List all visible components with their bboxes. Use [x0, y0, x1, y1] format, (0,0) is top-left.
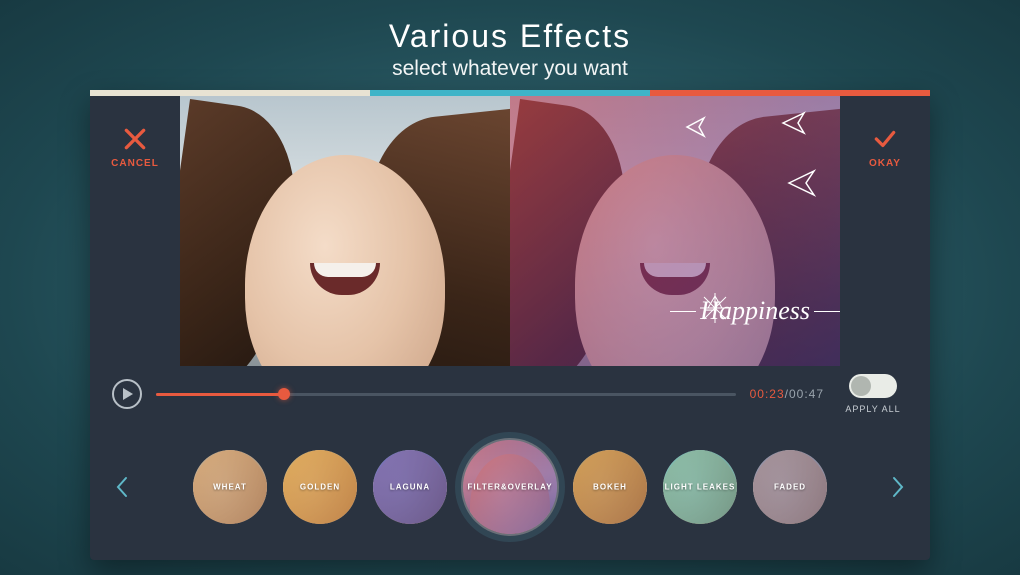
time-current: 00:23: [750, 387, 785, 401]
filter-label: LIGHT LEAKES: [663, 483, 737, 492]
editor-panel: CANCEL Happiness OKAY: [90, 90, 930, 560]
filter-label: FADED: [753, 483, 827, 492]
page-subtitle: select whatever you want: [0, 57, 1020, 81]
cancel-button[interactable]: CANCEL: [90, 96, 180, 366]
time-total: /00:47: [785, 387, 824, 401]
filters-next-button[interactable]: [884, 473, 912, 501]
filter-list: WHEAT GOLDEN LAGUNA FILTER&OVERLAY BOKEH LIGH…: [148, 438, 872, 536]
filter-wheat[interactable]: WHEAT: [191, 448, 269, 526]
apply-all-toggle[interactable]: [849, 374, 897, 398]
filter-golden[interactable]: GOLDEN: [281, 448, 359, 526]
chevron-right-icon: [891, 476, 905, 498]
preview-filtered: Happiness: [510, 96, 840, 366]
filter-faded[interactable]: FADED: [751, 448, 829, 526]
filter-label: LAGUNA: [373, 483, 447, 492]
chevron-left-icon: [115, 476, 129, 498]
filter-label: GOLDEN: [283, 483, 357, 492]
filter-label: WHEAT: [193, 483, 267, 492]
preview-original: [180, 96, 510, 366]
seek-knob[interactable]: [278, 388, 290, 400]
filter-light-leakes[interactable]: LIGHT LEAKES: [661, 448, 739, 526]
page-title: Various Effects: [0, 18, 1020, 55]
cancel-label: CANCEL: [111, 158, 159, 169]
apply-all-label: APPLY ALL: [845, 404, 900, 414]
filters-prev-button[interactable]: [108, 473, 136, 501]
okay-label: OKAY: [869, 158, 901, 169]
close-icon: [122, 126, 148, 152]
filter-filter-overlay[interactable]: FILTER&OVERLAY: [461, 438, 559, 536]
filter-label: FILTER&OVERLAY: [463, 483, 557, 492]
check-icon: [872, 126, 898, 152]
filter-bokeh[interactable]: BOKEH: [571, 448, 649, 526]
filter-laguna[interactable]: LAGUNA: [371, 448, 449, 526]
play-button[interactable]: [112, 379, 142, 409]
filter-label: BOKEH: [573, 483, 647, 492]
okay-button[interactable]: OKAY: [840, 96, 930, 366]
overlay-text: Happiness: [700, 296, 810, 326]
seek-track[interactable]: [156, 393, 736, 396]
time-display: 00:23/00:47: [750, 387, 824, 401]
play-icon: [123, 388, 133, 400]
